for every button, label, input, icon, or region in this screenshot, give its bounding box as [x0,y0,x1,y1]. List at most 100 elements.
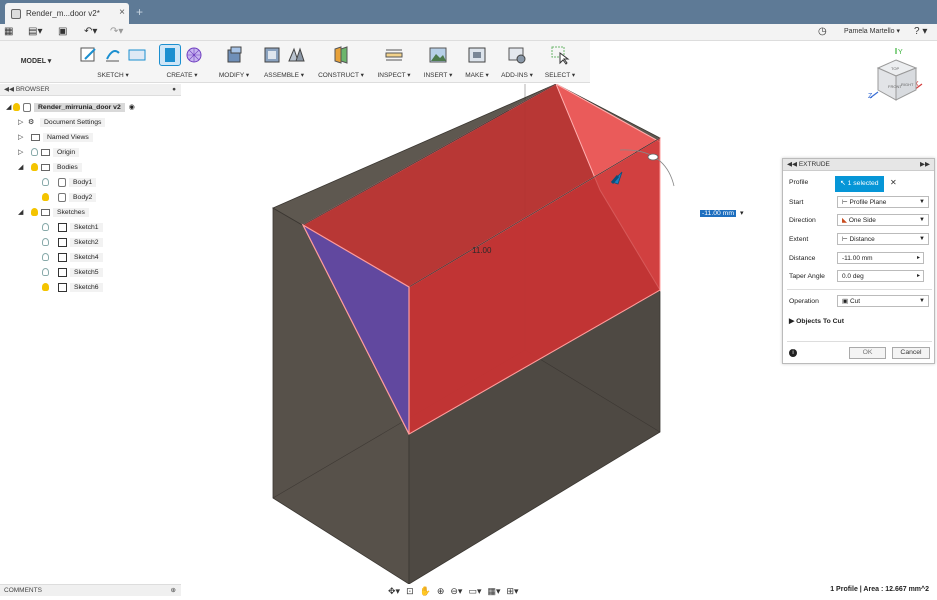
objects-to-cut-toggle[interactable]: ▶ Objects To Cut [789,317,844,325]
joint-icon[interactable] [286,45,306,65]
redo-icon[interactable]: ↷▾ [110,26,123,37]
tree-item-label[interactable]: Bodies [53,162,82,172]
taper-handle[interactable] [647,153,659,161]
close-icon[interactable]: × [119,7,125,18]
tree-item-label[interactable]: Sketch5 [70,267,103,277]
look-at-icon[interactable]: ⊡ [406,586,414,597]
tree-item-named-views[interactable]: ▷ Named Views [18,131,93,143]
tree-item-label[interactable]: Sketches [53,207,89,217]
ok-button[interactable]: OK [849,347,886,359]
insert-menu-label[interactable]: INSERT ▾ [420,71,456,79]
visibility-bulb-icon[interactable] [42,223,49,231]
visibility-bulb-icon[interactable] [13,103,20,111]
distance-field[interactable]: -11.00 mm ▸ [837,252,924,264]
tree-item-bodies[interactable]: ◢ Bodies [18,161,82,173]
inspect-menu-label[interactable]: INSPECT ▾ [372,71,416,79]
user-menu[interactable]: Pamela Martello ▾ [844,27,900,35]
create-group[interactable]: CREATE ▾ [156,43,208,81]
tree-item-body1[interactable]: Body1 [42,176,97,188]
cancel-button[interactable]: Cancel [892,347,930,359]
expand-icon[interactable]: ▷ [18,133,25,141]
tree-root-label[interactable]: Render_mirrunia_door v2 [34,102,125,112]
start-select[interactable]: ⊢ Profile Plane ▼ [837,196,929,208]
tree-item-label[interactable]: Named Views [43,132,93,142]
chevron-down-icon[interactable]: ▸ [917,271,920,282]
app-grid-icon[interactable]: ▦ [4,26,13,37]
visibility-bulb-icon[interactable] [31,208,38,216]
pan-icon[interactable]: ✋ [420,586,431,597]
operation-select[interactable]: ▣ Cut ▼ [837,295,929,307]
press-pull-icon[interactable] [224,45,244,65]
collapse-icon[interactable]: ◢ [6,103,13,111]
pin-icon[interactable]: ● [172,84,176,96]
tree-item-origin[interactable]: ▷ Origin [18,146,80,158]
visibility-bulb-icon[interactable] [42,283,49,291]
distance-input-box[interactable]: -11.00 mm ▾ [686,208,746,221]
modify-group[interactable]: MODIFY ▾ [214,43,254,81]
file-menu-icon[interactable]: ▤▾ [28,26,42,37]
tree-item-label[interactable]: Body1 [69,177,97,187]
add-comment-icon[interactable]: ⊕ [171,585,176,597]
sketch-menu-label[interactable]: SKETCH ▾ [74,71,152,79]
addins-group[interactable]: ADD-INS ▾ [498,43,536,81]
activate-icon[interactable]: ◉ [129,103,135,111]
distance-input-value[interactable]: -11.00 mm [700,210,736,217]
assemble-group[interactable]: ASSEMBLE ▾ [258,43,310,81]
new-component-icon[interactable] [262,45,282,65]
zoom-icon[interactable]: ⊕ [437,586,445,597]
help-icon[interactable]: ? ▾ [914,26,927,37]
clock-icon[interactable]: ◷ [818,26,827,37]
insert-group[interactable]: INSERT ▾ [420,43,456,81]
create-sketch-icon[interactable] [79,45,99,65]
select-group[interactable]: SELECT ▾ [540,43,580,81]
tree-item-sketch1[interactable]: Sketch1 [42,221,103,233]
browser-panel-header[interactable]: ◀◀ BROWSER ● [0,84,181,96]
construct-menu-label[interactable]: CONSTRUCT ▾ [316,71,366,79]
undo-icon[interactable]: ↶▾ [84,26,97,37]
addins-menu-label[interactable]: ADD-INS ▾ [498,71,536,79]
visibility-bulb-icon[interactable] [42,253,49,261]
viewcube[interactable]: Y Z X FRONT RIGHT TOP [864,46,928,110]
document-tab[interactable]: Render_m...door v2* × [5,3,129,24]
tree-item-sketch4[interactable]: Sketch4 [42,251,103,263]
form-icon[interactable] [184,45,204,65]
clear-selection-icon[interactable]: ✕ [890,178,897,187]
tree-item-document-settings[interactable]: ▷ ⚙ Document Settings [18,116,106,128]
3d-print-icon[interactable] [467,45,487,65]
create-menu-label[interactable]: CREATE ▾ [156,71,208,79]
tree-item-label[interactable]: Document Settings [40,117,106,127]
new-tab-button[interactable]: + [136,5,143,19]
scripts-icon[interactable] [507,45,527,65]
workspace-switcher[interactable]: MODEL ▾ [6,50,66,72]
chevron-down-icon[interactable]: ▼ [919,197,925,208]
chevron-down-icon[interactable]: ▼ [919,215,925,226]
chevron-down-icon[interactable]: ▼ [919,296,925,307]
select-icon[interactable] [550,45,570,65]
comments-panel-header[interactable]: COMMENTS ⊕ [0,584,181,596]
distance-field-value[interactable]: -11.00 mm [842,255,873,262]
assemble-menu-label[interactable]: ASSEMBLE ▾ [258,71,310,79]
dialog-collapse-icon[interactable]: ◀◀ [787,161,799,168]
tree-item-sketches[interactable]: ◢ Sketches [18,206,89,218]
browser-arrow-icon[interactable]: ◀◀ [4,86,14,93]
tree-item-label[interactable]: Sketch6 [70,282,103,292]
tree-root[interactable]: ◢ Render_mirrunia_door v2 ◉ [6,101,135,113]
visibility-bulb-icon[interactable] [42,268,49,276]
collapse-icon[interactable]: ◢ [18,163,25,171]
display-settings-icon[interactable]: ▭▾ [468,586,481,597]
orbit-icon[interactable]: ✥▾ [388,586,400,597]
make-menu-label[interactable]: MAKE ▾ [460,71,494,79]
visibility-bulb-icon[interactable] [42,238,49,246]
info-icon[interactable]: i [789,349,797,357]
visibility-bulb-icon[interactable] [42,193,49,201]
sketch-group[interactable]: SKETCH ▾ [74,43,152,81]
taper-angle-value[interactable]: 0.0 deg [842,273,864,280]
extrude-icon[interactable] [159,44,181,66]
chevron-down-icon[interactable]: ▾ [740,209,743,217]
tree-item-sketch2[interactable]: Sketch2 [42,236,103,248]
tree-item-label[interactable]: Body2 [69,192,97,202]
save-icon[interactable]: ▣ [58,26,67,37]
expand-dialog-icon[interactable]: ▶▶ [920,159,930,171]
grid-settings-icon[interactable]: ▦▾ [487,586,500,597]
visibility-bulb-icon[interactable] [42,178,49,186]
